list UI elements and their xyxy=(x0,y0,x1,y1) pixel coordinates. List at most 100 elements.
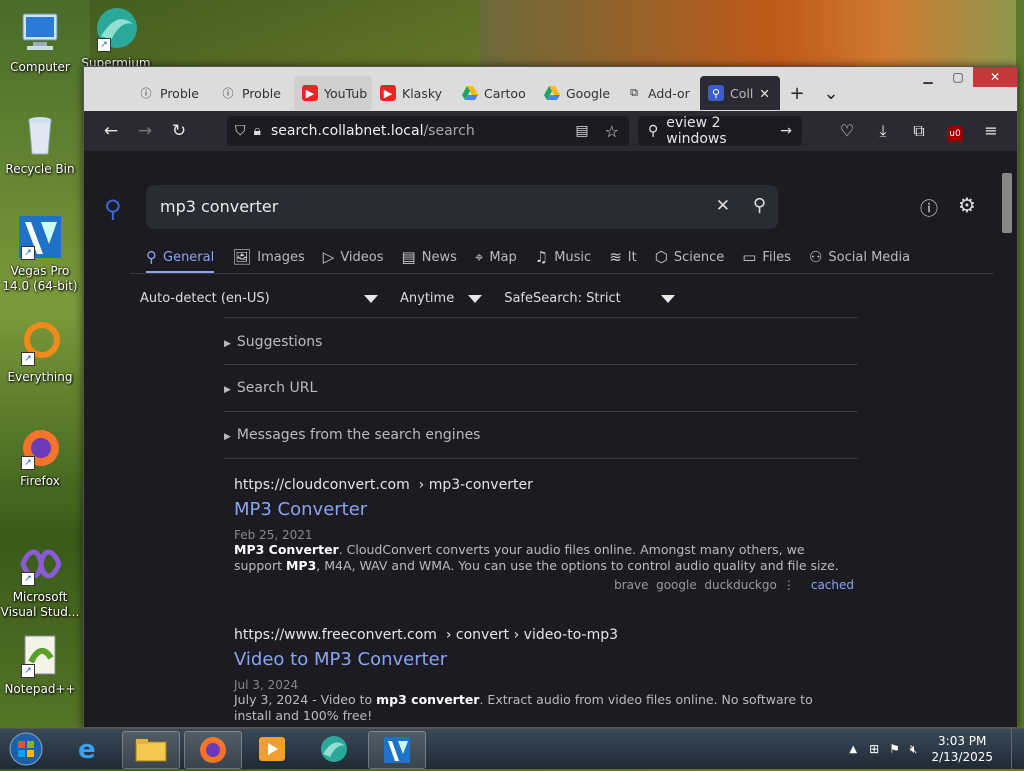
tab[interactable]: Google xyxy=(536,76,618,110)
close-window-icon[interactable]: ✕ xyxy=(973,67,1017,87)
tray-expand-icon[interactable]: ▲ xyxy=(849,744,857,755)
result-title[interactable]: MP3 Converter xyxy=(234,499,854,520)
reader-view-icon[interactable]: ▤ xyxy=(575,123,588,139)
info-icon[interactable]: ⓘ xyxy=(920,195,938,221)
tab-images[interactable]: 🖼︎ Images xyxy=(232,243,305,271)
show-desktop-button[interactable] xyxy=(1011,729,1024,769)
fold-label: Suggestions xyxy=(236,334,323,350)
taskbar-internet-explorer[interactable]: e xyxy=(62,731,118,767)
snippet-bold: MP3 Converter xyxy=(234,542,339,557)
image-icon: 🖼︎ xyxy=(232,248,252,266)
shield-icon[interactable]: ⛉ xyxy=(235,123,246,139)
desktop-icon-everything[interactable]: ↗ Everything xyxy=(0,320,80,385)
chevron-down-icon[interactable]: ⌄ xyxy=(814,83,848,104)
tab-music[interactable]: ♫ Music xyxy=(535,243,591,271)
tab[interactable]: Cartoo xyxy=(454,76,536,110)
tab-label: Map xyxy=(489,249,517,265)
fold-suggestions[interactable]: ▶ Suggestions xyxy=(224,334,322,350)
scrollbar[interactable] xyxy=(997,151,1017,727)
tab[interactable]: ⓘ Proble xyxy=(130,76,212,110)
minimize-icon[interactable]: ▁ xyxy=(913,67,943,87)
vegas-pro-icon xyxy=(384,737,410,763)
clear-icon[interactable]: ✕ xyxy=(716,196,730,216)
taskbar-supermium[interactable] xyxy=(306,731,362,767)
triangle-right-icon: ▶ xyxy=(224,385,231,395)
menu-icon[interactable]: ≡ xyxy=(973,116,1009,146)
tab[interactable]: ⓘ Proble xyxy=(212,76,294,110)
category-tabs: ⚲ General 🖼︎ Images ▷ Videos ▤ News ⌖ Map ♫ Mu… xyxy=(146,243,928,273)
tab-general[interactable]: ⚲ General xyxy=(146,243,215,273)
cached-link[interactable]: cached xyxy=(811,578,854,592)
desktop-icon-visual-studio[interactable]: ↗ Microsoft Visual Stud... xyxy=(0,540,80,620)
network-icon[interactable]: ⊞ xyxy=(869,742,879,756)
science-icon: ⬡ xyxy=(654,248,668,266)
taskbar-vegas-pro[interactable] xyxy=(368,731,426,769)
navigation-bar: ← → ↻ ⛉ 🔒︎ search.collabnet.local /searc… xyxy=(84,111,1017,151)
desktop-icon-recycle-bin[interactable]: Recycle Bin xyxy=(0,112,80,177)
download-icon[interactable]: ⤓ xyxy=(865,116,901,146)
tab-map[interactable]: ⌖ Map xyxy=(475,243,517,271)
layers-icon: ≋ xyxy=(609,248,622,266)
language-select[interactable]: Auto-detect (en-US) xyxy=(140,291,378,306)
engine-list: brave google duckduckgo xyxy=(614,578,777,592)
maximize-icon[interactable]: ▢ xyxy=(943,67,973,87)
result-title[interactable]: Video to MP3 Converter xyxy=(234,649,854,670)
start-button[interactable] xyxy=(6,731,46,767)
desktop-icon-notepad-plus-plus[interactable]: ↗ Notepad++ xyxy=(0,632,80,697)
tab-news[interactable]: ▤ News xyxy=(402,243,457,271)
map-pin-icon: ⌖ xyxy=(474,248,484,266)
tab-videos[interactable]: ▷ Videos xyxy=(323,243,384,271)
bookmark-star-icon[interactable]: ☆ xyxy=(605,122,619,141)
ublock-icon[interactable]: u0 xyxy=(937,116,973,146)
snippet-text: , M4A, WAV and WMA. You can use the opti… xyxy=(316,558,839,573)
snippet-bold: mp3 converter xyxy=(376,692,480,707)
result-url[interactable]: https://cloudconvert.com › mp3-converter xyxy=(234,477,854,493)
divider xyxy=(130,273,994,274)
search-bar[interactable]: ⚲ eview 2 windows → xyxy=(638,115,802,147)
pocket-icon[interactable]: ♡ xyxy=(829,116,865,146)
select-value: SafeSearch: Strict xyxy=(504,291,621,306)
desktop-icon-firefox[interactable]: ↗ Firefox xyxy=(0,424,80,489)
time-select[interactable]: Anytime xyxy=(400,291,483,306)
search-input[interactable]: mp3 converter ✕ ⚲ xyxy=(146,185,778,229)
forward-button[interactable]: → xyxy=(128,116,162,146)
tab-it[interactable]: ≋ It xyxy=(609,243,637,271)
desktop-icon-vegas-pro[interactable]: ↗ Vegas Pro 14.0 (64-bit) xyxy=(0,214,80,294)
browser-window: ▁ ▢ ✕ ⓘ Proble ⓘ Proble ▶ YouTub ▶ Klasky Ca… xyxy=(83,66,1018,728)
taskbar-explorer[interactable] xyxy=(122,731,180,769)
snippet-bold: MP3 xyxy=(285,558,317,573)
extensions-icon[interactable]: ⧉ xyxy=(901,116,937,146)
result-url[interactable]: https://www.freeconvert.com › convert › … xyxy=(234,627,854,643)
fold-engine-messages[interactable]: ▶ Messages from the search engines xyxy=(224,427,480,443)
action-center-flag-icon[interactable]: ⚑ xyxy=(889,742,900,756)
volume-muted-icon[interactable]: 🔇︎ xyxy=(910,742,918,757)
taskbar-firefox[interactable] xyxy=(184,731,242,769)
lock-icon[interactable]: 🔒︎ xyxy=(254,123,261,139)
tab[interactable]: ⧉ Add-or xyxy=(618,76,700,110)
arrow-right-icon[interactable]: → xyxy=(780,123,792,139)
toolbar-right: ♡ ⤓ ⧉ u0 ≡ xyxy=(829,116,1009,146)
result-date: Feb 25, 2021 xyxy=(234,528,313,542)
tab[interactable]: ▶ Klasky xyxy=(372,76,454,110)
tab-files[interactable]: ▭ Files xyxy=(742,243,791,271)
tab[interactable]: ▶ YouTub xyxy=(294,76,372,110)
scrollbar-thumb[interactable] xyxy=(1002,173,1012,233)
new-tab-button[interactable]: + xyxy=(780,83,814,104)
tab-social-media[interactable]: ⚇ Social Media xyxy=(809,243,910,271)
tab-science[interactable]: ⬡ Science xyxy=(655,243,725,271)
fold-search-url[interactable]: ▶ Search URL xyxy=(224,380,317,396)
shortcut-arrow-icon: ↗ xyxy=(21,664,35,678)
caret-down-icon xyxy=(364,294,378,303)
reload-button[interactable]: ↻ xyxy=(162,116,196,146)
tab-active[interactable]: ⚲ Coll ✕ xyxy=(700,76,780,110)
search-icon[interactable]: ⚲ xyxy=(753,195,766,216)
safesearch-select[interactable]: SafeSearch: Strict xyxy=(504,291,675,306)
desktop-icon-computer[interactable]: Computer xyxy=(0,10,80,75)
gear-icon[interactable]: ⚙ xyxy=(958,193,976,217)
close-tab-icon[interactable]: ✕ xyxy=(759,86,769,101)
taskbar-media-player[interactable] xyxy=(244,731,300,767)
desktop-icon-supermium[interactable]: ↗ Supermium xyxy=(76,6,156,66)
back-button[interactable]: ← xyxy=(94,116,128,146)
address-bar[interactable]: ⛉ 🔒︎ search.collabnet.local /search ▤ ☆ xyxy=(227,116,629,146)
clock[interactable]: 3:03 PM 2/13/2025 xyxy=(931,733,993,765)
